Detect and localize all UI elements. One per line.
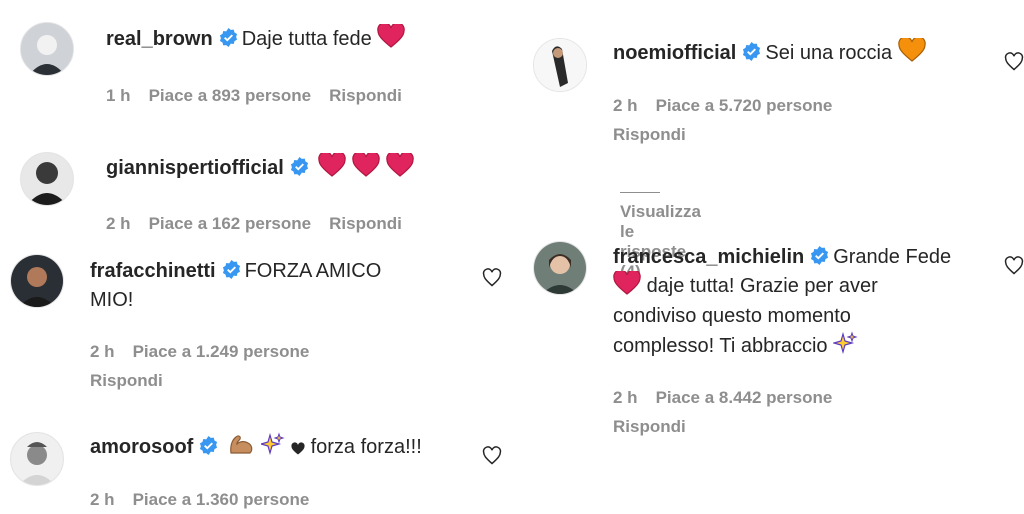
red-heart-emoji [385, 151, 414, 186]
comment-time: 2 h [106, 214, 131, 233]
avatar[interactable] [10, 254, 64, 308]
avatar[interactable] [533, 38, 587, 92]
like-heart-icon[interactable] [1004, 256, 1024, 276]
comment-text: Daje tutta fede [241, 28, 372, 50]
sparkles-emoji [831, 331, 859, 364]
username[interactable]: amorosoof [90, 436, 193, 458]
likes-count[interactable]: Piace a 8.442 persone [656, 388, 833, 407]
verified-badge-icon [219, 28, 238, 47]
divider [620, 192, 660, 194]
orange-heart-emoji [897, 36, 926, 71]
reply-button[interactable]: Rispondi [329, 86, 402, 105]
comment-text: condiviso questo momento [613, 305, 851, 327]
username[interactable]: noemiofficial [613, 42, 736, 64]
avatar[interactable] [20, 22, 74, 76]
comment-time: 2 h [613, 388, 638, 407]
comment-text: Sei una roccia [765, 42, 893, 64]
verified-badge-icon [222, 260, 241, 279]
black-heart-emoji [291, 435, 305, 465]
comment-time: 2 h [613, 96, 638, 115]
verified-badge-icon [742, 42, 761, 61]
sparkles-emoji [259, 432, 286, 465]
comment-text: Grande Fede [833, 246, 952, 268]
avatar[interactable] [533, 241, 587, 295]
likes-count[interactable]: Piace a 1.249 persone [133, 342, 310, 361]
comment-text: complesso! Ti abbraccio [613, 335, 828, 357]
like-heart-icon[interactable] [482, 268, 502, 288]
avatar[interactable] [10, 432, 64, 486]
comment-time: 1 h [106, 86, 131, 105]
username[interactable]: frafacchinetti [90, 260, 216, 282]
reply-button[interactable]: Rispondi [90, 371, 163, 391]
likes-count[interactable]: Piace a 1.360 persone [133, 490, 310, 509]
username[interactable]: real_brown [106, 28, 213, 50]
comment-text: daje tutta! Grazie per aver [646, 275, 878, 297]
verified-badge-icon [810, 246, 829, 265]
username[interactable]: giannispertiofficial [106, 157, 284, 179]
comment-text: FORZA AMICO [244, 260, 382, 282]
avatar[interactable] [20, 152, 74, 206]
likes-count[interactable]: Piace a 893 persone [149, 86, 312, 105]
verified-badge-icon [290, 157, 309, 176]
comment-text: MIO! [90, 289, 134, 311]
comment-text: forza forza!!! [310, 436, 422, 458]
verified-badge-icon [199, 436, 218, 455]
flexed-biceps-emoji [228, 432, 256, 465]
red-heart-emoji [377, 22, 406, 57]
red-heart-emoji [352, 151, 380, 186]
likes-count[interactable]: Piace a 5.720 persone [656, 96, 833, 115]
reply-button[interactable]: Rispondi [329, 214, 402, 233]
comment-time: 2 h [90, 342, 115, 361]
likes-count[interactable]: Piace a 162 persone [149, 214, 312, 233]
red-heart-emoji [613, 269, 641, 304]
reply-button[interactable]: Rispondi [613, 417, 686, 437]
username[interactable]: francesca_michielin [613, 246, 804, 268]
red-heart-emoji [318, 151, 347, 186]
like-heart-icon[interactable] [482, 446, 502, 466]
like-heart-icon[interactable] [1004, 52, 1024, 72]
comment-time: 2 h [90, 490, 115, 509]
reply-button[interactable]: Rispondi [613, 125, 686, 145]
